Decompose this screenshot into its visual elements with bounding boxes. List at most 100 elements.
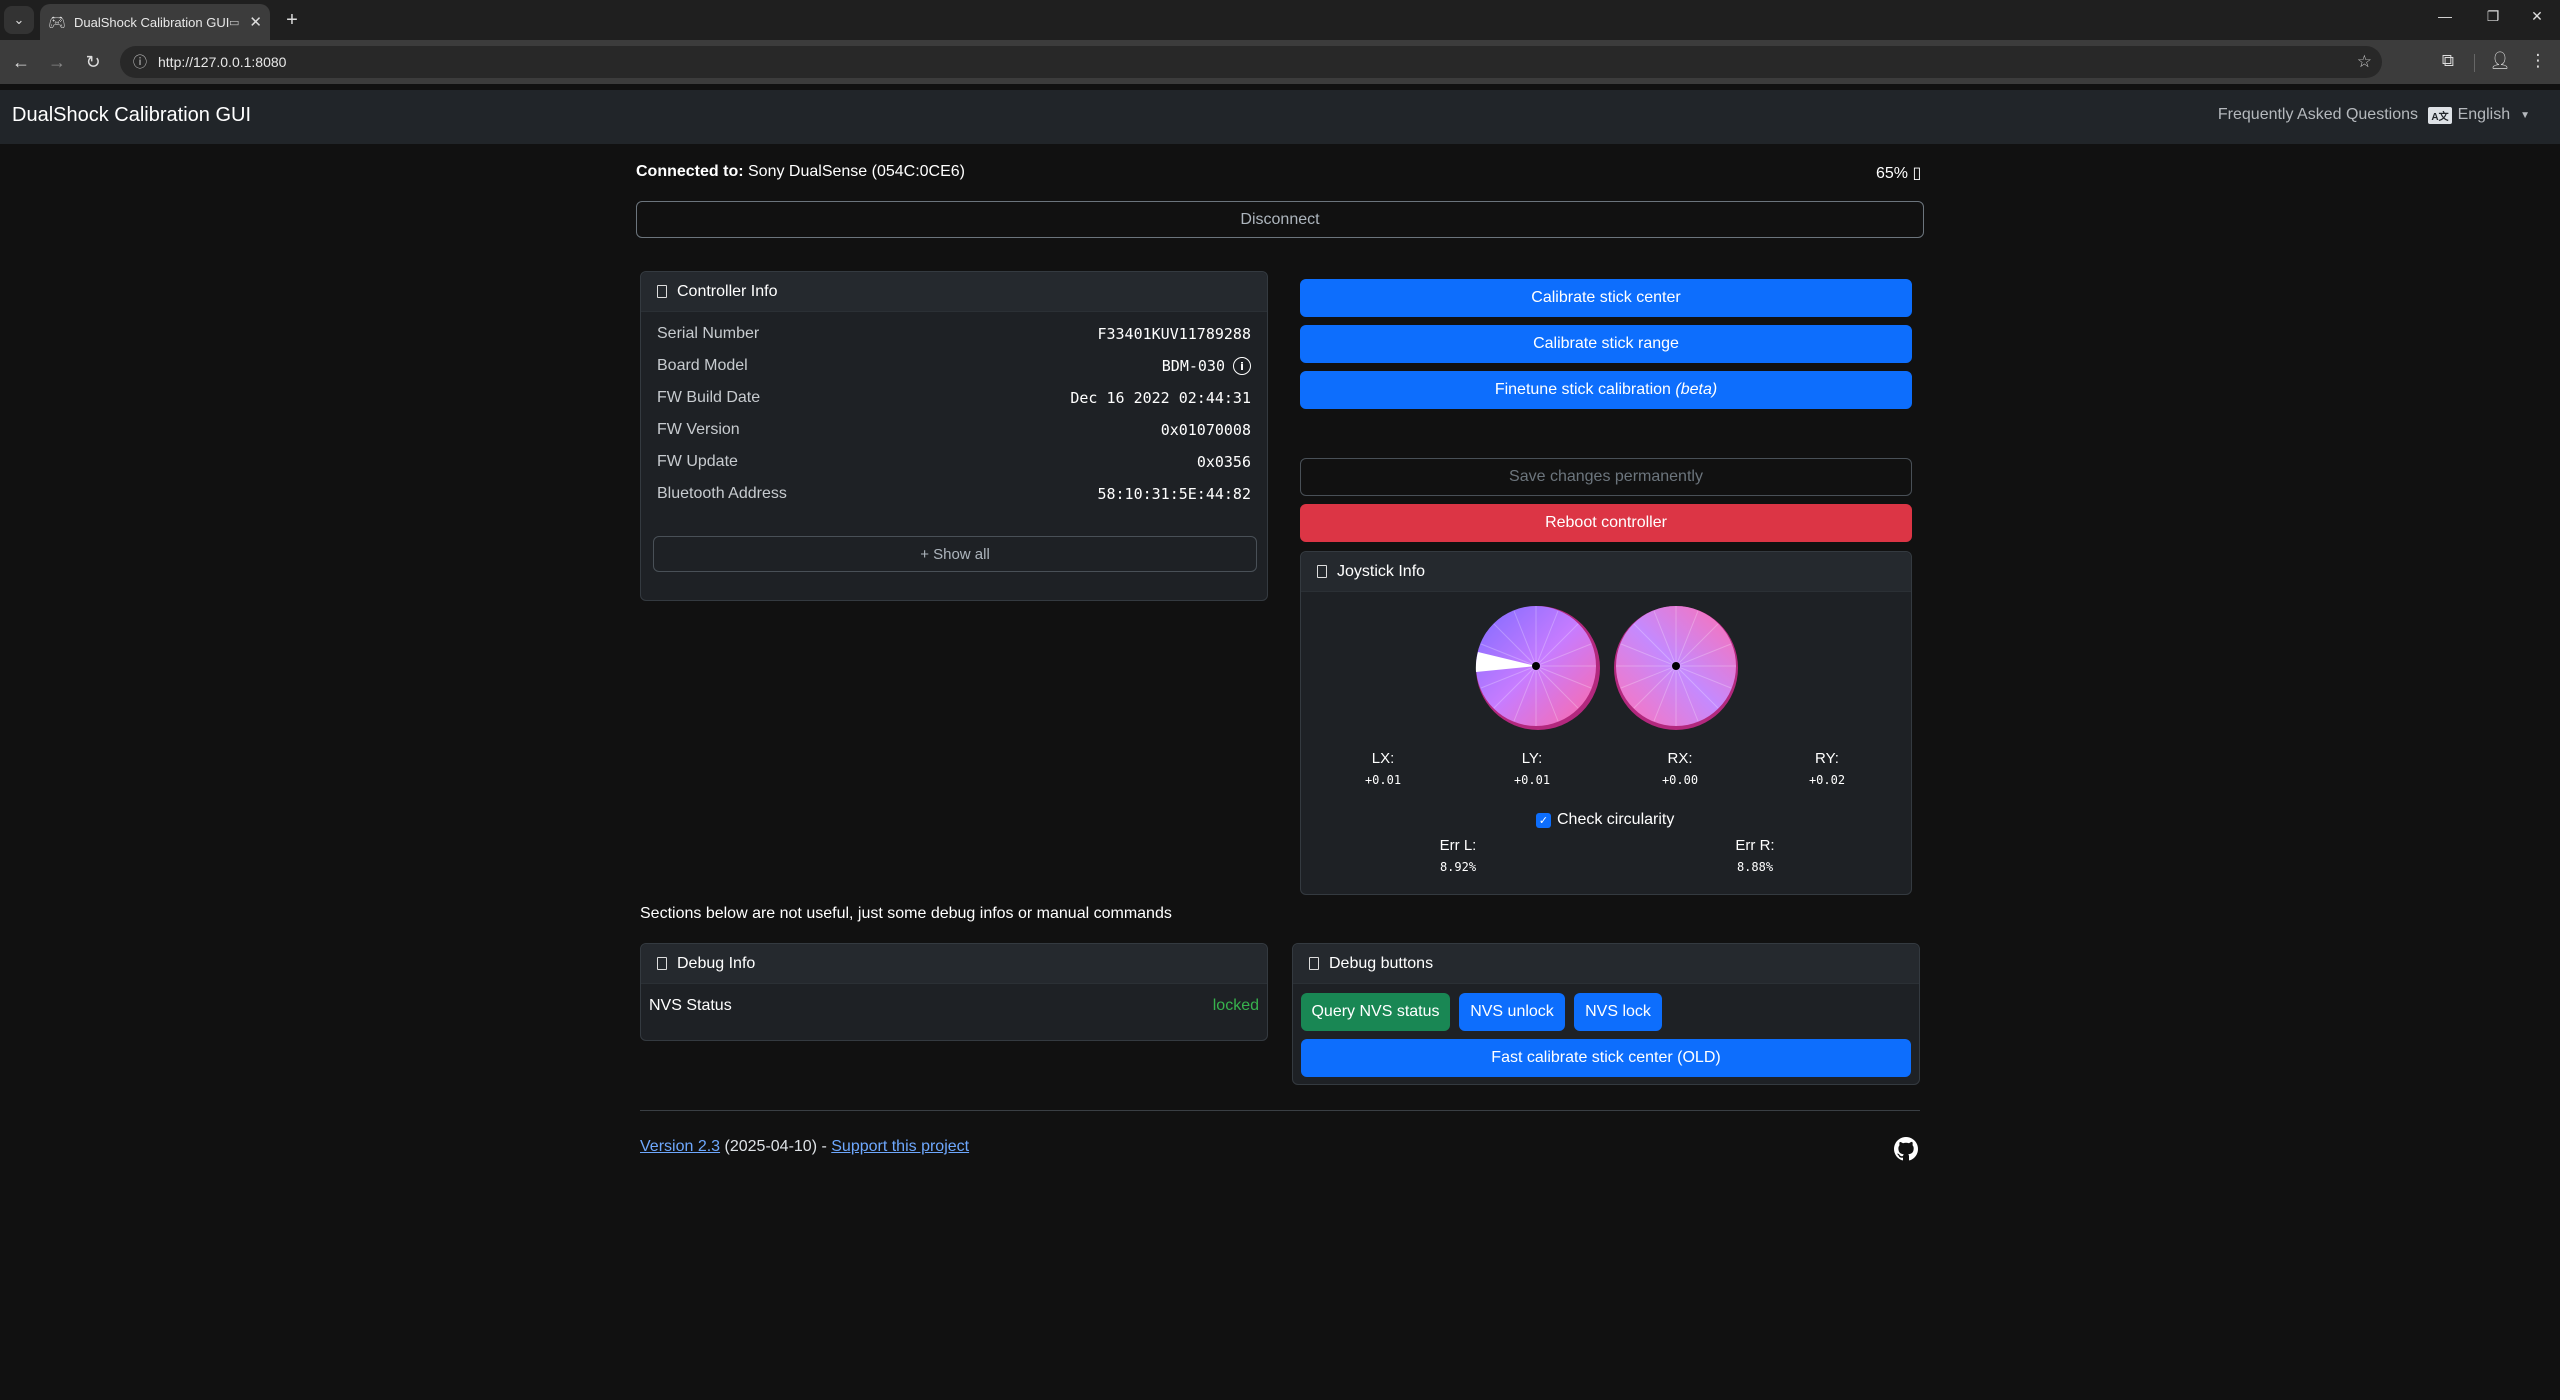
axis-value: +0.02 [1808, 773, 1846, 787]
tab-title: DualShock Calibration GUI [74, 14, 230, 30]
check-circularity-toggle[interactable]: ✓ Check circularity [1536, 811, 1674, 829]
close-window-icon[interactable]: ✕ [2522, 8, 2552, 25]
nvs-status-value: locked [1212, 997, 1259, 1014]
info-key: FW Update [657, 453, 738, 470]
reload-icon[interactable]: ↻ [82, 51, 104, 73]
debug-info-card: Debug Info NVS Status locked [640, 943, 1268, 1041]
info-key: Serial Number [657, 325, 760, 342]
footer: Version 2.3 (2025-04-10) - Support this … [640, 1138, 969, 1156]
new-tab-button[interactable]: + [280, 8, 304, 32]
axis-value: +0.01 [1513, 773, 1551, 787]
info-circle-icon[interactable]: i [1233, 357, 1251, 375]
info-value: BDM-030 [1161, 357, 1225, 375]
reboot-button[interactable]: Reboot controller [1300, 504, 1912, 542]
bookmark-star-icon[interactable]: ☆ [2357, 52, 2372, 72]
footer-divider [640, 1110, 1920, 1111]
info-row-board-model: Board Model BDM-030 i [657, 350, 1251, 382]
url-text[interactable]: http://127.0.0.1:8080 [158, 54, 286, 70]
fast-calibrate-button[interactable]: Fast calibrate stick center (OLD) [1301, 1039, 1911, 1077]
axis-label: RY: [1815, 750, 1839, 767]
info-key: FW Version [657, 421, 740, 438]
joystick-info-icon [1317, 565, 1327, 578]
media-icon[interactable]: ▭ [229, 16, 239, 29]
checkbox-checked-icon[interactable]: ✓ [1536, 812, 1551, 828]
connection-label: Connected to: [636, 163, 744, 180]
info-key: Bluetooth Address [657, 485, 787, 502]
query-nvs-button[interactable]: Query NVS status [1301, 993, 1450, 1031]
err-right: Err R: 8.88% [1715, 837, 1795, 874]
show-all-button[interactable]: + Show all [653, 536, 1257, 572]
joystick-info-header: Joystick Info [1301, 552, 1911, 592]
restore-icon[interactable]: ❐ [2478, 8, 2508, 25]
err-left: Err L: 8.92% [1418, 837, 1498, 874]
info-value: 0x01070008 [1160, 421, 1251, 439]
github-icon[interactable] [1894, 1137, 1918, 1161]
device-name: Sony DualSense (054C:0CE6) [748, 163, 966, 180]
menu-kebab-icon[interactable]: ⋮ [2526, 51, 2550, 71]
nvs-unlock-button[interactable]: NVS unlock [1459, 993, 1565, 1031]
nvs-status-row: NVS Status locked [649, 990, 1259, 1022]
debug-buttons-header: Debug buttons [1293, 944, 1919, 984]
finetune-beta: (beta) [1675, 381, 1718, 398]
axis-label: LX: [1371, 750, 1395, 767]
profile-icon[interactable]: 👤︎ [2488, 51, 2512, 71]
version-link[interactable]: Version 2.3 [640, 1138, 720, 1155]
debug-note: Sections below are not useful, just some… [640, 905, 1172, 922]
translate-icon: A文 [2428, 106, 2452, 124]
debug-info-title: Debug Info [677, 954, 756, 972]
browser-tab[interactable]: 🎮︎ DualShock Calibration GUI ▭ ✕ [40, 4, 270, 40]
joystick-canvas [1475, 606, 1738, 730]
battery-icon: ▯ [1912, 165, 1922, 182]
site-info-icon[interactable]: ⓘ [128, 52, 152, 72]
extensions-icon[interactable]: ⧉ [2436, 51, 2460, 71]
minimize-icon[interactable]: — [2430, 8, 2460, 24]
axis-lx: LX: +0.01 [1343, 750, 1423, 787]
axis-rx: RX: +0.00 [1640, 750, 1720, 787]
info-row-fw-version: FW Version 0x01070008 [657, 414, 1251, 446]
forward-icon[interactable]: → [46, 51, 68, 73]
axis-value: +0.01 [1364, 773, 1402, 787]
faq-link[interactable]: Frequently Asked Questions [2218, 106, 2418, 124]
controller-info-icon [657, 285, 667, 298]
err-value: 8.88% [1736, 860, 1774, 874]
axis-value: +0.00 [1661, 773, 1699, 787]
err-value: 8.92% [1439, 860, 1477, 874]
info-value: Dec 16 2022 02:44:31 [1070, 389, 1251, 407]
battery-status: 65% ▯ [1876, 163, 1921, 183]
app-navbar: DualShock Calibration GUI Frequently Ask… [0, 90, 2560, 144]
language-dropdown[interactable]: A文 English ▼ [2428, 106, 2530, 124]
release-date: (2025-04-10) - [724, 1138, 827, 1155]
chevron-down-icon[interactable]: ⌄ [4, 6, 34, 34]
right-stick-circle [1614, 606, 1738, 730]
calibrate-range-button[interactable]: Calibrate stick range [1300, 325, 1912, 363]
info-value: F33401KUV11789288 [1097, 325, 1251, 343]
finetune-button[interactable]: Finetune stick calibration (beta) [1300, 371, 1912, 409]
err-label: Err L: [1439, 837, 1477, 854]
debug-info-icon [657, 957, 667, 970]
info-row-fw-build-date: FW Build Date Dec 16 2022 02:44:31 [657, 382, 1251, 414]
nvs-lock-button[interactable]: NVS lock [1574, 993, 1662, 1031]
close-tab-icon[interactable]: ✕ [249, 13, 262, 31]
caret-down-icon: ▼ [2520, 109, 2530, 121]
info-row-serial: Serial Number F33401KUV11789288 [657, 318, 1251, 350]
left-stick-circle [1475, 606, 1600, 730]
info-key: FW Build Date [657, 389, 761, 406]
debug-buttons-icon [1309, 957, 1319, 970]
info-key: Board Model [657, 357, 748, 374]
support-link[interactable]: Support this project [831, 1138, 969, 1155]
err-label: Err R: [1735, 837, 1775, 854]
back-icon[interactable]: ← [10, 51, 32, 73]
controller-info-header: Controller Info [641, 272, 1267, 312]
brand-title[interactable]: DualShock Calibration GUI [12, 104, 251, 127]
axis-ly: LY: +0.01 [1492, 750, 1572, 787]
info-row-fw-update: FW Update 0x0356 [657, 446, 1251, 478]
calibrate-center-button[interactable]: Calibrate stick center [1300, 279, 1912, 317]
axis-label: RX: [1667, 750, 1693, 767]
debug-buttons-title: Debug buttons [1329, 954, 1434, 972]
disconnect-button[interactable]: Disconnect [636, 201, 1924, 238]
save-changes-button[interactable]: Save changes permanently [1300, 458, 1912, 496]
info-row-bluetooth-address: Bluetooth Address 58:10:31:5E:44:82 [657, 478, 1251, 510]
check-circularity-label[interactable]: Check circularity [1557, 811, 1674, 829]
axis-label: LY: [1521, 750, 1543, 767]
address-bar[interactable]: ⓘ http://127.0.0.1:8080 ☆ [120, 46, 2382, 78]
